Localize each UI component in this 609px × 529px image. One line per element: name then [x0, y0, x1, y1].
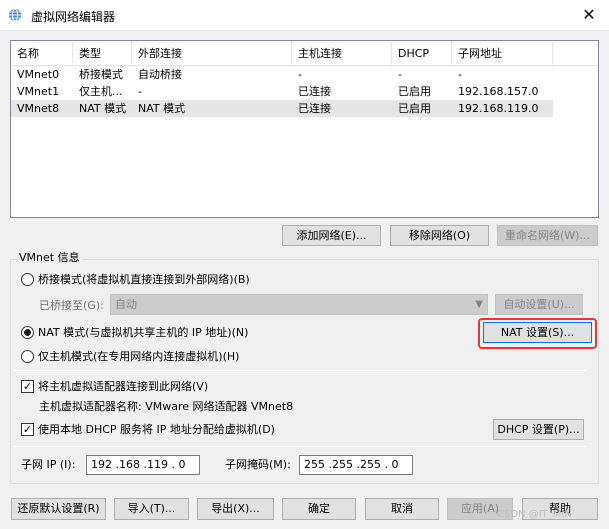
cell-host: 已连接 — [298, 85, 331, 98]
cell-external: - — [138, 85, 142, 98]
bridged-to-select[interactable]: 自动 ▼ — [110, 294, 488, 315]
nat-settings-button[interactable]: NAT 设置(S)... — [483, 322, 592, 343]
cell-dhcp: 已启用 — [398, 85, 431, 98]
cell-type: NAT 模式 — [79, 102, 127, 115]
cancel-button[interactable]: 取消 — [365, 498, 439, 520]
auto-settings-button[interactable]: 自动设置(U)... — [495, 294, 583, 315]
column-type[interactable]: 类型 — [73, 41, 132, 66]
restore-defaults-button[interactable]: 还原默认设置(R) — [11, 498, 106, 520]
column-name[interactable]: 名称 — [11, 41, 73, 66]
table-row[interactable]: VMnet1 仅主机... - 已连接 已启用 192.168.157.0 — [11, 83, 553, 100]
vmnet-info-group — [10, 259, 599, 484]
cell-dhcp: - — [398, 68, 402, 81]
table-row-selected[interactable]: VMnet8 NAT 模式 NAT 模式 已连接 已启用 192.168.119… — [11, 100, 553, 117]
cell-host: 已连接 — [298, 102, 331, 115]
adapter-name-label: 主机虚拟适配器名称: VMware 网络适配器 VMnet8 — [39, 400, 294, 413]
watermark: CSDN @IT_MIN — [497, 509, 572, 520]
title-bar: 虚拟网络编辑器 ✕ — [0, 0, 609, 31]
dhcp-label[interactable]: 使用本地 DHCP 服务将 IP 地址分配给虚拟机(D) — [38, 422, 275, 437]
import-button[interactable]: 导入(T)... — [114, 498, 189, 520]
dhcp-checkbox[interactable]: ✓ — [21, 423, 34, 436]
ok-button[interactable]: 确定 — [282, 498, 356, 520]
cell-subnet: 192.168.157.0 — [458, 85, 539, 98]
column-dhcp[interactable]: DHCP — [392, 41, 452, 66]
bridged-radio[interactable] — [21, 273, 34, 286]
cell-dhcp: 已启用 — [398, 102, 431, 115]
column-subnet[interactable]: 子网地址 — [452, 41, 553, 66]
cell-subnet: - — [458, 68, 462, 81]
cell-type: 仅主机... — [79, 85, 123, 98]
hostonly-radio[interactable] — [21, 350, 34, 363]
subnet-ip-input[interactable]: 192 .168 .119 . 0 — [86, 455, 200, 475]
cell-type: 桥接模式 — [79, 68, 123, 81]
subnet-ip-label: 子网 IP (I): — [21, 458, 76, 471]
network-list[interactable]: 名称 类型 外部连接 主机连接 DHCP 子网地址 VMnet0 桥接模式 自动… — [10, 40, 599, 218]
column-host[interactable]: 主机连接 — [292, 41, 392, 66]
divider — [14, 370, 586, 371]
add-network-button[interactable]: 添加网络(E)... — [282, 225, 381, 246]
divider — [14, 446, 586, 447]
rename-network-button[interactable]: 重命名网络(W)... — [497, 225, 598, 246]
chevron-down-icon: ▼ — [475, 299, 483, 310]
bridged-label[interactable]: 桥接模式(将虚拟机直接连接到外部网络)(B) — [38, 272, 250, 287]
export-button[interactable]: 导出(X)... — [197, 498, 274, 520]
cell-external: NAT 模式 — [138, 102, 186, 115]
window-title: 虚拟网络编辑器 — [31, 10, 116, 24]
bridged-to-value: 自动 — [115, 298, 137, 311]
connect-adapter-label[interactable]: 将主机虚拟适配器连接到此网络(V) — [38, 379, 208, 394]
subnet-mask-label: 子网掩码(M): — [225, 458, 291, 471]
globe-icon — [9, 8, 21, 22]
column-external[interactable]: 外部连接 — [132, 41, 292, 66]
close-icon[interactable]: ✕ — [578, 5, 600, 25]
remove-network-button[interactable]: 移除网络(O) — [390, 225, 489, 246]
nat-radio[interactable] — [21, 326, 34, 339]
table-row[interactable]: VMnet0 桥接模式 自动桥接 - - - — [11, 66, 553, 83]
connect-adapter-checkbox[interactable]: ✓ — [21, 380, 34, 393]
cell-name: VMnet8 — [17, 102, 60, 115]
bridged-to-label: 已桥接至(G): — [39, 299, 104, 312]
list-header: 名称 类型 外部连接 主机连接 DHCP 子网地址 — [11, 41, 598, 66]
hostonly-label[interactable]: 仅主机模式(在专用网络内连接虚拟机)(H) — [38, 349, 239, 364]
dhcp-settings-button[interactable]: DHCP 设置(P)... — [493, 419, 584, 440]
cell-external: 自动桥接 — [138, 68, 182, 81]
cell-subnet: 192.168.119.0 — [458, 102, 539, 115]
subnet-mask-input[interactable]: 255 .255 .255 . 0 — [299, 455, 413, 475]
cell-name: VMnet1 — [17, 85, 60, 98]
nat-label[interactable]: NAT 模式(与虚拟机共享主机的 IP 地址)(N) — [38, 325, 248, 340]
vmnet-info-label: VMnet 信息 — [17, 251, 82, 265]
cell-name: VMnet0 — [17, 68, 60, 81]
cell-host: - — [298, 68, 302, 81]
